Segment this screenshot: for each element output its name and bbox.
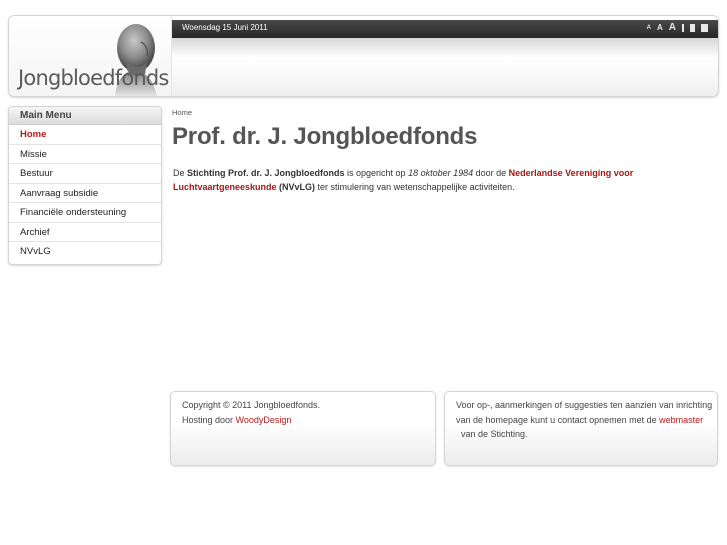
font-size-large-button[interactable]: A	[669, 22, 676, 34]
font-size-medium-button[interactable]: A	[657, 22, 663, 34]
menu-item-nvvlg[interactable]: NVvLG	[9, 242, 161, 264]
intro-stichting-name: Stichting Prof. dr. J. Jongbloedfonds	[187, 168, 345, 178]
menu-item-archief[interactable]: Archief	[9, 223, 161, 242]
intro-paragraph: De Stichting Prof. dr. J. Jongbloedfonds…	[173, 166, 673, 194]
menu-item-bestuur[interactable]: Bestuur	[9, 164, 161, 184]
width-medium-icon[interactable]	[690, 24, 695, 32]
site-header: Jongbloedfonds Woensdag 15 Juni 2011 A A…	[8, 15, 719, 97]
copyright-text: Copyright © 2011 Jongbloedfonds.	[182, 400, 321, 410]
intro-text: is opgericht op	[344, 168, 409, 178]
logo[interactable]: Jongbloedfonds	[9, 16, 172, 96]
footer-contact-box: Voor op-, aanmerkingen of suggesties ten…	[444, 391, 718, 466]
intro-text: ter stimulering van wetenschappelijke ac…	[315, 182, 515, 192]
hosting-prefix: Hosting door	[182, 414, 236, 425]
intro-nvvlg-abbr: (NVvLG)	[279, 182, 316, 192]
webmaster-link[interactable]: webmaster	[659, 415, 703, 425]
breadcrumb[interactable]: Home	[172, 108, 192, 117]
intro-text: door de	[473, 168, 509, 178]
intro-text: De	[173, 168, 188, 178]
main-menu: Main Menu Home Missie Bestuur Aanvraag s…	[8, 106, 162, 265]
page-title: Prof. dr. J. Jongbloedfonds	[172, 123, 478, 150]
font-size-small-button[interactable]: A	[647, 22, 651, 34]
main-menu-title: Main Menu	[9, 107, 161, 125]
logo-text: Jongbloedfonds	[18, 66, 169, 90]
top-bar: Woensdag 15 Juni 2011 A A A	[172, 20, 718, 38]
font-size-tools: A A A	[647, 22, 708, 34]
width-wide-icon[interactable]	[701, 24, 708, 32]
contact-suffix: van de Stichting.	[456, 429, 528, 439]
width-narrow-icon[interactable]	[682, 24, 684, 32]
footer-copyright-box: Copyright © 2011 Jongbloedfonds. Hosting…	[170, 391, 436, 466]
menu-item-home[interactable]: Home	[9, 125, 161, 145]
menu-item-missie[interactable]: Missie	[9, 145, 161, 164]
current-date: Woensdag 15 Juni 2011	[182, 23, 268, 32]
intro-founding-date: 18 oktober 1984	[408, 168, 474, 178]
header-gradient	[172, 38, 718, 58]
menu-item-aanvraag-subsidie[interactable]: Aanvraag subsidie	[9, 184, 161, 203]
hosting-line: Hosting door WoodyDesign	[182, 413, 435, 428]
menu-item-financiele-ondersteuning[interactable]: Financiële ondersteuning	[9, 203, 161, 223]
woodydesign-link[interactable]: WoodyDesign	[236, 415, 292, 425]
